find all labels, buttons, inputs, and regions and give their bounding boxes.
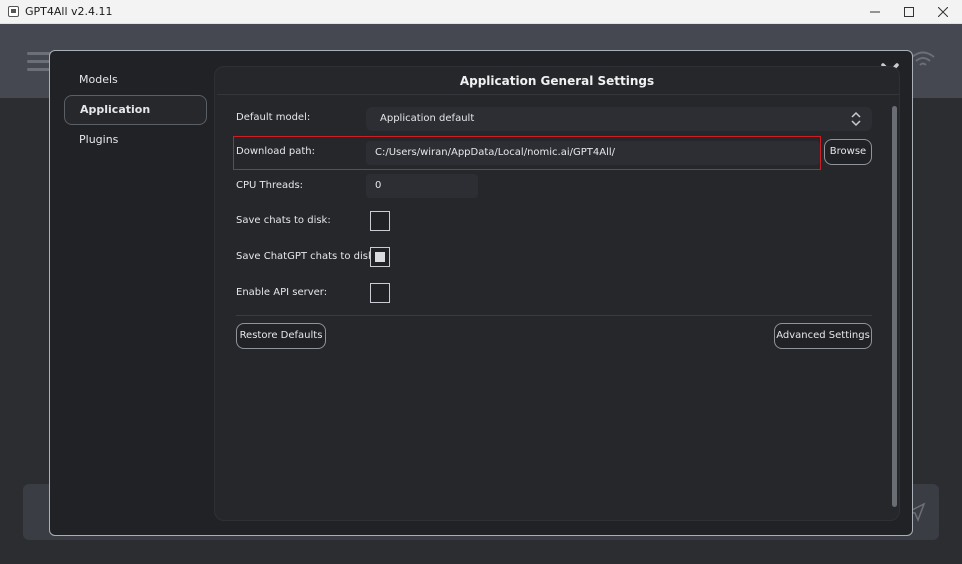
minimize-icon — [870, 11, 880, 13]
cpu-threads-input[interactable]: 0 — [366, 174, 478, 198]
cpu-threads-label: CPU Threads: — [236, 180, 304, 191]
restore-defaults-button[interactable]: Restore Defaults — [236, 323, 326, 349]
nav-item-plugins[interactable]: Plugins — [64, 125, 207, 155]
save-chats-checkbox[interactable] — [370, 211, 390, 231]
download-path-highlight — [233, 136, 821, 170]
menu-icon[interactable] — [27, 52, 51, 72]
close-icon — [938, 7, 948, 17]
window-title: GPT4All v2.4.11 — [25, 5, 113, 18]
advanced-settings-button[interactable]: Advanced Settings — [774, 323, 872, 349]
save-chatgpt-chats-checkbox[interactable] — [370, 247, 390, 267]
panel-title: Application General Settings — [459, 74, 655, 88]
api-server-checkbox[interactable] — [370, 283, 390, 303]
updown-chevron-icon — [851, 111, 861, 127]
title-divider — [217, 94, 899, 95]
settings-dialog: Models Application Plugins Application G… — [49, 50, 913, 536]
scrollbar[interactable] — [892, 106, 897, 507]
app-icon — [8, 6, 19, 17]
minimize-button[interactable] — [858, 0, 892, 24]
default-model-select[interactable]: Application default — [366, 107, 872, 131]
default-model-value: Application default — [380, 113, 475, 124]
save-chats-label: Save chats to disk: — [236, 215, 331, 226]
cpu-threads-value: 0 — [375, 180, 382, 191]
section-divider — [236, 315, 872, 316]
window-titlebar: GPT4All v2.4.11 — [0, 0, 962, 24]
nav-item-models[interactable]: Models — [64, 65, 207, 95]
maximize-button[interactable] — [892, 0, 926, 24]
default-model-label: Default model: — [236, 112, 311, 123]
network-icon[interactable] — [910, 50, 936, 70]
maximize-icon — [904, 7, 914, 17]
nav-item-application[interactable]: Application — [64, 95, 207, 125]
save-chatgpt-chats-label: Save ChatGPT chats to disk: — [236, 251, 378, 262]
api-server-label: Enable API server: — [236, 287, 328, 298]
browse-button[interactable]: Browse — [824, 139, 872, 165]
window-close-button[interactable] — [926, 0, 960, 24]
